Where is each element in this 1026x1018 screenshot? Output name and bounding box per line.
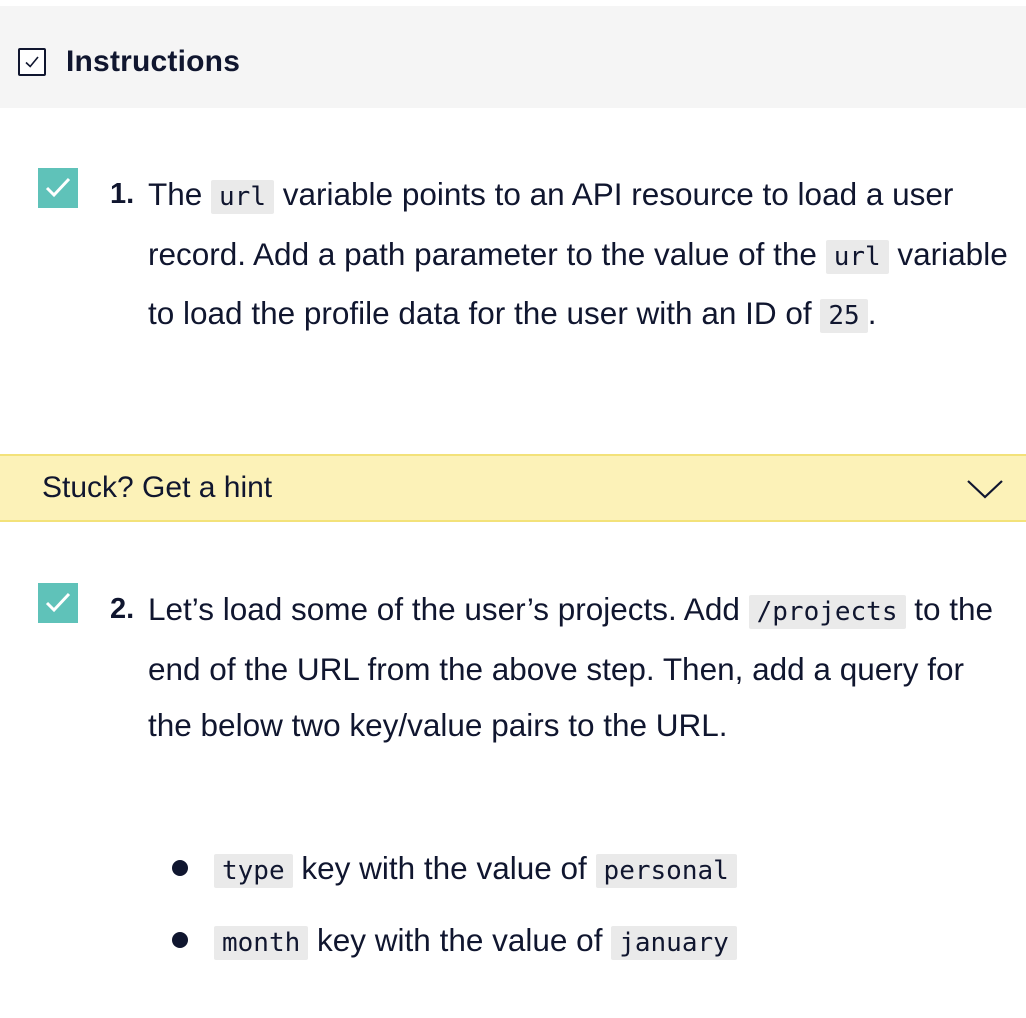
task-2-number: 2. xyxy=(110,593,135,625)
code-url: url xyxy=(825,239,889,274)
checkmark-icon xyxy=(45,592,71,613)
instructions-header: Instructions xyxy=(0,6,1026,108)
code-key: type xyxy=(214,854,293,888)
task-1-checkbox[interactable] xyxy=(38,168,78,208)
hint-label: Stuck? Get a hint xyxy=(42,471,273,504)
list-item-text: month key with the value of january xyxy=(214,912,737,971)
checkmark-icon xyxy=(45,177,71,198)
task-1-text-part: The xyxy=(148,176,212,212)
code-url: url xyxy=(211,180,274,214)
chevron-down-icon xyxy=(967,480,1003,499)
hint-toggle[interactable]: Stuck? Get a hint xyxy=(0,454,1026,522)
list-item-label: key with the value of xyxy=(308,922,612,958)
list-item-label: key with the value of xyxy=(292,850,596,886)
bullet-icon xyxy=(172,932,188,948)
checkbox-icon xyxy=(18,48,46,76)
task-2-checkbox[interactable] xyxy=(38,583,78,623)
task-1-text: The url variable points to an API resour… xyxy=(148,166,1008,345)
list-item: month key with the value of january xyxy=(0,912,1026,968)
code-id: 25 xyxy=(820,299,868,333)
task-1-text-part: . xyxy=(867,295,877,331)
task-1-number: 1. xyxy=(110,178,135,210)
code-key: month xyxy=(214,926,309,960)
code-value: personal xyxy=(595,854,737,888)
list-item: type key with the value of personal xyxy=(0,840,1026,896)
bullet-icon xyxy=(172,860,188,876)
code-projects: /projects xyxy=(748,595,906,629)
code-value: january xyxy=(611,926,737,960)
list-item-text: type key with the value of personal xyxy=(214,840,737,899)
instructions-title: Instructions xyxy=(66,45,241,78)
task-2-text-part: Let’s load some of the user’s projects. … xyxy=(148,591,749,627)
task-2-text: Let’s load some of the user’s projects. … xyxy=(148,581,1008,754)
